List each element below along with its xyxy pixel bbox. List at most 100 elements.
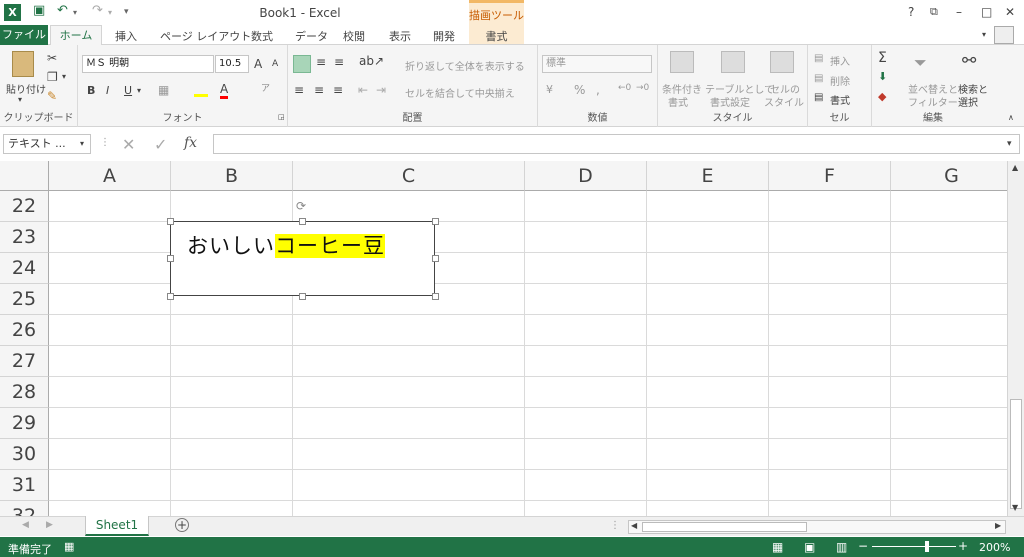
row-header-23[interactable]: 23 bbox=[0, 222, 49, 253]
align-center-icon[interactable]: ≡ bbox=[314, 83, 324, 97]
row-header-22[interactable]: 22 bbox=[0, 191, 49, 222]
align-bottom-icon[interactable]: ≡ bbox=[334, 55, 344, 69]
cell-styles-icon[interactable] bbox=[770, 51, 794, 73]
conditional-formatting-label2[interactable]: 書式 bbox=[668, 94, 688, 109]
align-top-icon[interactable] bbox=[293, 55, 311, 73]
row-header-25[interactable]: 25 bbox=[0, 284, 49, 315]
column-header-d[interactable]: D bbox=[525, 161, 647, 191]
tab-data[interactable]: データ bbox=[295, 28, 328, 44]
delete-cells-button[interactable]: 削除 bbox=[830, 73, 850, 88]
increase-decimal-icon[interactable]: ←0 bbox=[618, 83, 631, 93]
grow-font-button[interactable]: A bbox=[254, 57, 262, 71]
conditional-formatting-icon[interactable] bbox=[670, 51, 694, 73]
font-color-icon[interactable]: A bbox=[220, 82, 229, 99]
expand-formula-bar-icon[interactable]: ▾ bbox=[1007, 139, 1012, 149]
binoculars-icon[interactable]: ⚯ bbox=[962, 51, 976, 71]
font-name-select[interactable]: ＭＳ 明朝 bbox=[82, 55, 214, 73]
tab-file[interactable]: ファイル bbox=[0, 25, 48, 45]
merge-center-button[interactable]: セルを結合して中央揃え bbox=[405, 85, 515, 100]
underline-button[interactable]: U bbox=[124, 84, 132, 97]
find-select-label2[interactable]: 選択 bbox=[958, 94, 978, 109]
tab-format[interactable]: 書式 bbox=[469, 28, 524, 44]
resize-handle-bottom[interactable] bbox=[299, 293, 306, 300]
horizontal-scrollbar[interactable]: ◀ ▶ bbox=[628, 520, 1006, 534]
select-all-button[interactable] bbox=[0, 161, 49, 191]
row-header-26[interactable]: 26 bbox=[0, 315, 49, 346]
tab-review[interactable]: 校閲 bbox=[343, 28, 365, 44]
enter-icon[interactable]: ✓ bbox=[154, 135, 167, 154]
horizontal-scroll-thumb[interactable] bbox=[642, 522, 807, 532]
next-sheet-icon[interactable]: ▶ bbox=[46, 520, 53, 530]
tab-insert[interactable]: 挿入 bbox=[115, 28, 137, 44]
sort-filter-icon[interactable]: ⏷ bbox=[914, 53, 927, 73]
tab-view[interactable]: 表示 bbox=[389, 28, 411, 44]
row-header-27[interactable]: 27 bbox=[0, 346, 49, 377]
shrink-font-button[interactable]: A bbox=[272, 59, 278, 69]
zoom-slider[interactable] bbox=[872, 546, 956, 547]
format-cells-icon[interactable]: ▤ bbox=[814, 92, 823, 103]
collapse-ribbon-icon[interactable]: ∧ bbox=[1008, 113, 1014, 122]
copy-dropdown-icon[interactable]: ▾ bbox=[62, 72, 66, 81]
align-right-icon[interactable]: ≡ bbox=[333, 83, 343, 97]
zoom-in-button[interactable]: + bbox=[958, 539, 968, 553]
row-header-28[interactable]: 28 bbox=[0, 377, 49, 408]
vertical-scrollbar[interactable]: ▲ ▼ bbox=[1007, 161, 1024, 516]
copy-icon[interactable]: ❐ bbox=[47, 70, 58, 84]
resize-handle-top-left[interactable] bbox=[167, 218, 174, 225]
cancel-icon[interactable]: ✕ bbox=[122, 135, 135, 154]
row-header-32[interactable]: 32 bbox=[0, 501, 49, 516]
minimize-button[interactable]: – bbox=[956, 5, 962, 19]
increase-indent-icon[interactable]: ⇥ bbox=[376, 83, 386, 97]
vertical-scroll-thumb[interactable] bbox=[1010, 399, 1022, 509]
row-header-29[interactable]: 29 bbox=[0, 408, 49, 439]
ribbon-display-icon[interactable]: ⧉ bbox=[930, 5, 938, 19]
zoom-slider-thumb[interactable] bbox=[925, 541, 929, 552]
clear-icon[interactable]: ◆ bbox=[878, 90, 886, 103]
decrease-indent-icon[interactable]: ⇤ bbox=[358, 83, 368, 97]
scroll-up-icon[interactable]: ▲ bbox=[1012, 163, 1018, 172]
resize-handle-top[interactable] bbox=[299, 218, 306, 225]
align-middle-icon[interactable]: ≡ bbox=[316, 55, 326, 69]
align-left-icon[interactable]: ≡ bbox=[294, 83, 304, 97]
column-header-f[interactable]: F bbox=[769, 161, 891, 191]
resize-handle-bottom-left[interactable] bbox=[167, 293, 174, 300]
restore-button[interactable]: □ bbox=[981, 5, 992, 19]
text-box-content[interactable]: おいしいコーヒー豆 bbox=[187, 230, 385, 260]
paste-icon[interactable] bbox=[12, 51, 34, 77]
currency-icon[interactable]: ¥ bbox=[546, 83, 553, 96]
row-header-24[interactable]: 24 bbox=[0, 253, 49, 284]
tab-developer[interactable]: 開発 bbox=[433, 28, 455, 44]
fill-icon[interactable]: ⬇ bbox=[878, 70, 887, 83]
column-header-b[interactable]: B bbox=[171, 161, 293, 191]
name-box-dropdown-icon[interactable]: ▾ bbox=[80, 139, 84, 148]
column-header-a[interactable]: A bbox=[49, 161, 171, 191]
scroll-right-icon[interactable]: ▶ bbox=[995, 521, 1001, 530]
row-header-30[interactable]: 30 bbox=[0, 439, 49, 470]
zoom-out-button[interactable]: − bbox=[858, 539, 868, 553]
resize-handle-bottom-right[interactable] bbox=[432, 293, 439, 300]
delete-cells-icon[interactable]: ▤ bbox=[814, 73, 823, 84]
scroll-left-icon[interactable]: ◀ bbox=[631, 521, 637, 530]
cut-icon[interactable]: ✂ bbox=[47, 51, 57, 65]
column-header-g[interactable]: G bbox=[891, 161, 1007, 191]
paste-dropdown-icon[interactable]: ▾ bbox=[18, 95, 22, 104]
orientation-icon[interactable]: ab↗ bbox=[359, 54, 384, 68]
name-box[interactable]: テキスト ... bbox=[3, 134, 91, 154]
wrap-text-button[interactable]: 折り返して全体を表示する bbox=[405, 58, 525, 73]
phonetic-icon[interactable]: ア bbox=[261, 81, 270, 94]
text-box-shape[interactable]: おいしいコーヒー豆 bbox=[170, 221, 435, 296]
tab-page-layout[interactable]: ページ レイアウト bbox=[160, 28, 251, 44]
row-header-31[interactable]: 31 bbox=[0, 470, 49, 501]
tab-formulas[interactable]: 数式 bbox=[251, 28, 273, 44]
account-dropdown-icon[interactable]: ▾ bbox=[982, 30, 986, 39]
format-painter-icon[interactable]: ✎ bbox=[47, 89, 57, 103]
resize-handle-left[interactable] bbox=[167, 255, 174, 262]
add-sheet-button[interactable]: + bbox=[175, 518, 189, 532]
column-header-c[interactable]: C bbox=[293, 161, 525, 191]
scroll-down-icon[interactable]: ▼ bbox=[1012, 503, 1018, 512]
prev-sheet-icon[interactable]: ◀ bbox=[22, 520, 29, 530]
close-button[interactable]: ✕ bbox=[1005, 5, 1015, 19]
number-format-select[interactable]: 標準 bbox=[542, 55, 652, 73]
zoom-level[interactable]: 200% bbox=[979, 541, 1010, 554]
percent-button[interactable]: % bbox=[574, 83, 585, 97]
